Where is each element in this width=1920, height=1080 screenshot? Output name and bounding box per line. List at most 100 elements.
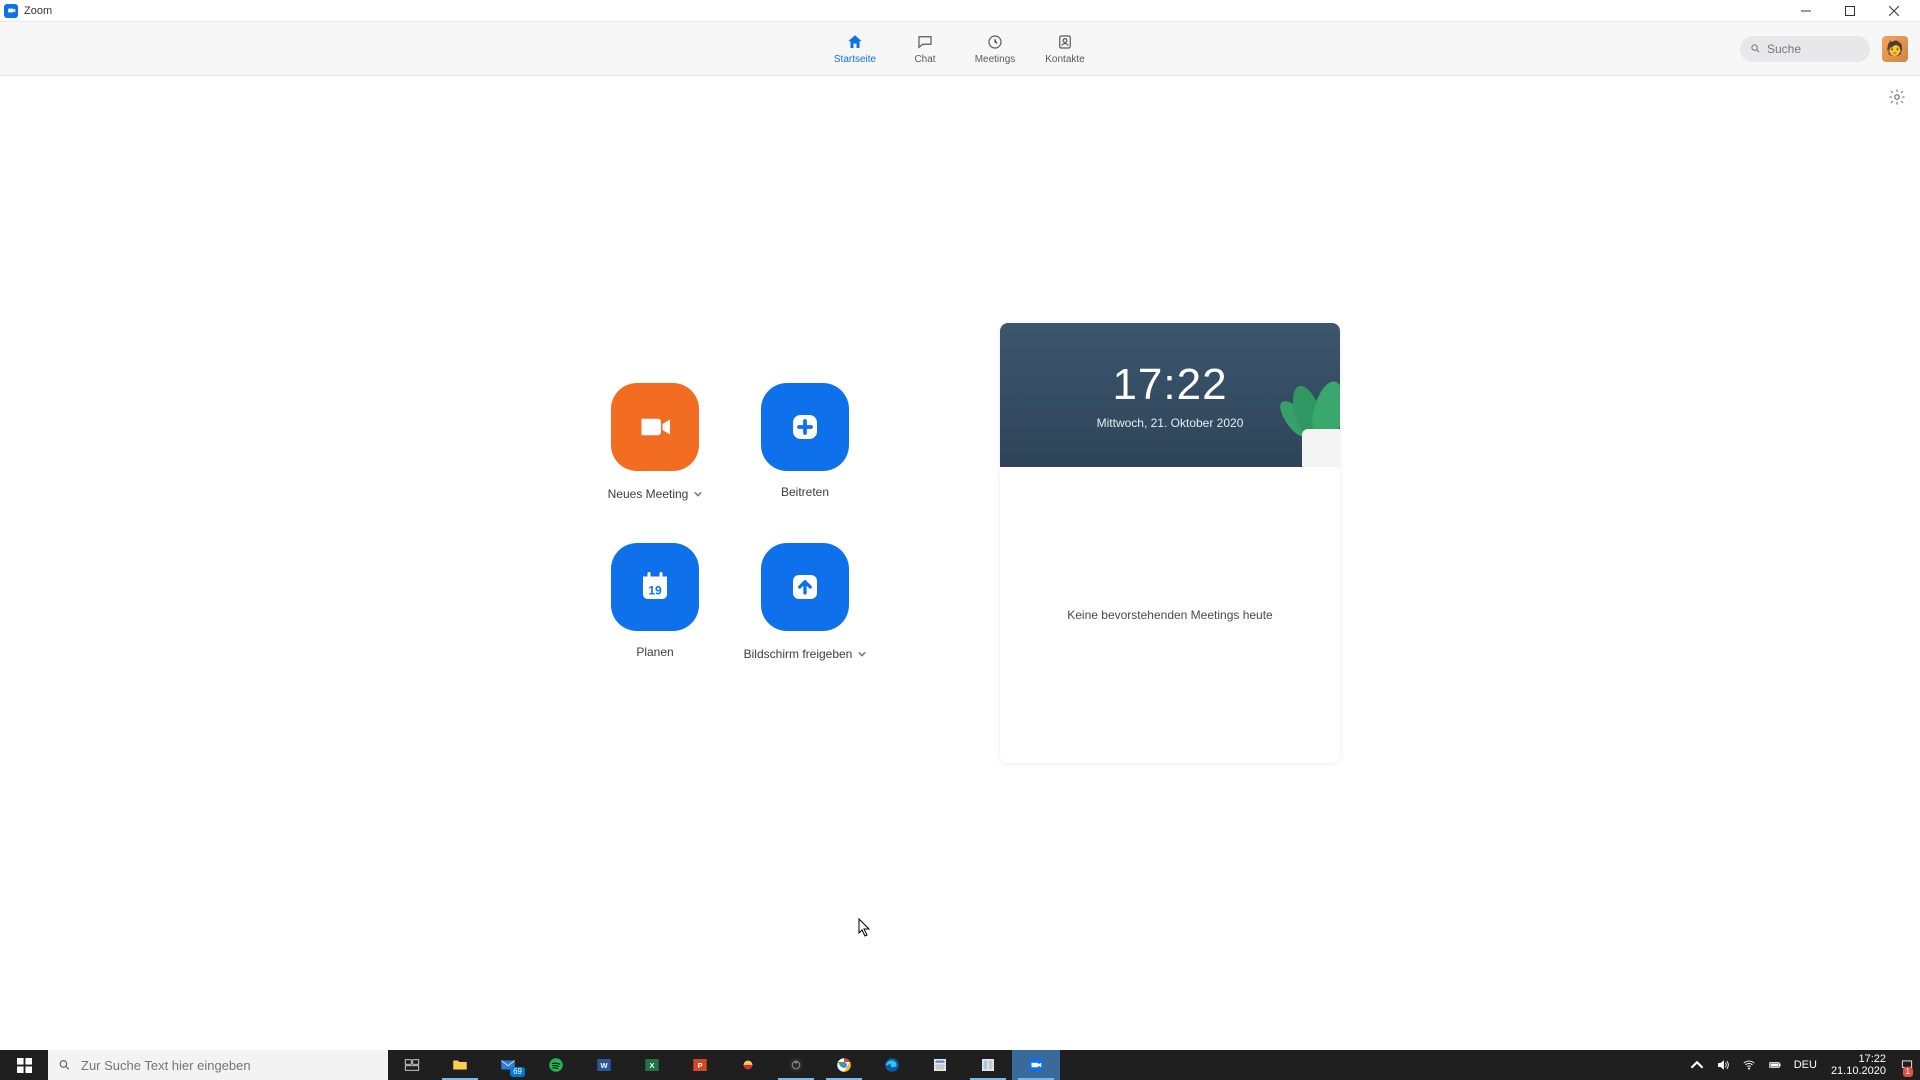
chevron-down-icon: [858, 650, 866, 658]
nav-tab-meetings[interactable]: Meetings: [965, 22, 1025, 75]
folder-icon: [451, 1056, 469, 1074]
wifi-icon: [1742, 1058, 1756, 1072]
mail-badge: 69: [510, 1067, 525, 1077]
navbar: Startseite Chat Meetings Kontakte 🧑: [0, 22, 1920, 76]
titlebar: Zoom: [0, 0, 1920, 22]
taskbar-app-1[interactable]: [916, 1050, 964, 1080]
avatar[interactable]: 🧑: [1882, 36, 1908, 62]
main-area: Neues Meeting Beitreten: [0, 76, 1920, 1050]
taskbar-search[interactable]: [48, 1050, 388, 1080]
tray-clock-time: 17:22: [1858, 1053, 1886, 1065]
chevron-down-icon: [694, 490, 702, 498]
calendar-date: Mittwoch, 21. Oktober 2020: [1097, 416, 1244, 430]
task-view-button[interactable]: [388, 1050, 436, 1080]
svg-text:W: W: [600, 1061, 608, 1070]
new-meeting-button[interactable]: [611, 383, 699, 471]
calendar-panel: 17:22 Mittwoch, 21. Oktober 2020 Keine b…: [1000, 323, 1340, 763]
window-maximize-button[interactable]: [1828, 0, 1872, 22]
notification-badge: 1: [1903, 1067, 1913, 1077]
start-button[interactable]: [0, 1050, 48, 1080]
tray-clock[interactable]: 17:22 21.10.2020: [1823, 1050, 1894, 1080]
share-screen-cell: Bildschirm freigeben: [730, 543, 880, 703]
tray-battery[interactable]: [1762, 1050, 1788, 1080]
video-icon: [637, 409, 673, 445]
taskbar-app-circle[interactable]: [724, 1050, 772, 1080]
nav-tab-chat[interactable]: Chat: [895, 22, 955, 75]
window-close-button[interactable]: [1872, 0, 1916, 22]
search-box[interactable]: [1740, 36, 1870, 62]
plus-icon: [787, 409, 823, 445]
taskbar-explorer[interactable]: [436, 1050, 484, 1080]
obs-icon: [787, 1056, 805, 1074]
join-label: Beitreten: [781, 485, 829, 499]
taskbar-spotify[interactable]: [532, 1050, 580, 1080]
task-view-icon: [403, 1056, 421, 1074]
new-meeting-cell: Neues Meeting: [580, 383, 730, 543]
taskbar-app-2[interactable]: [964, 1050, 1012, 1080]
taskbar-word[interactable]: W: [580, 1050, 628, 1080]
excel-icon: X: [643, 1056, 661, 1074]
nav-tab-label: Kontakte: [1045, 54, 1084, 65]
taskbar-mail[interactable]: 69: [484, 1050, 532, 1080]
app-icon: [979, 1056, 997, 1074]
tray-notifications[interactable]: 1: [1894, 1050, 1920, 1080]
calendar-empty-text: Keine bevorstehenden Meetings heute: [1067, 608, 1272, 622]
clock-icon: [986, 33, 1004, 51]
schedule-button[interactable]: 19: [611, 543, 699, 631]
chat-icon: [916, 33, 934, 51]
plant-decoration: [1270, 369, 1340, 467]
taskbar-chrome[interactable]: [820, 1050, 868, 1080]
app-icon: [931, 1056, 949, 1074]
schedule-label: Planen: [636, 645, 673, 659]
powerpoint-icon: P: [691, 1056, 709, 1074]
svg-text:X: X: [649, 1061, 654, 1070]
tray-volume[interactable]: [1710, 1050, 1736, 1080]
zoom-app-icon: [4, 4, 18, 18]
window-minimize-button[interactable]: [1784, 0, 1828, 22]
windows-icon: [17, 1058, 32, 1073]
calendar-time: 17:22: [1112, 360, 1227, 410]
volume-icon: [1716, 1058, 1730, 1072]
home-icon: [846, 33, 864, 51]
svg-text:P: P: [697, 1061, 702, 1070]
action-grid: Neues Meeting Beitreten: [580, 383, 880, 703]
nav-tab-label: Startseite: [834, 54, 876, 65]
tray-show-hidden[interactable]: [1684, 1050, 1710, 1080]
taskbar: 69 W X P: [0, 1050, 1920, 1080]
nav-tab-label: Chat: [914, 54, 935, 65]
chevron-up-icon: [1690, 1058, 1704, 1072]
schedule-cell: 19 Planen: [580, 543, 730, 703]
word-icon: W: [595, 1056, 613, 1074]
search-icon: [1750, 42, 1761, 55]
battery-icon: [1768, 1058, 1782, 1072]
join-button[interactable]: [761, 383, 849, 471]
nav-tab-home[interactable]: Startseite: [825, 22, 885, 75]
spotify-icon: [547, 1056, 565, 1074]
new-meeting-label: Neues Meeting: [608, 487, 689, 501]
window-title: Zoom: [24, 5, 52, 17]
tray-clock-date: 21.10.2020: [1831, 1065, 1886, 1077]
search-input[interactable]: [1767, 42, 1860, 56]
circle-app-icon: [739, 1056, 757, 1074]
chrome-icon: [835, 1056, 853, 1074]
new-meeting-dropdown[interactable]: [694, 485, 702, 503]
search-icon: [58, 1058, 71, 1072]
share-screen-dropdown[interactable]: [858, 645, 866, 663]
nav-tab-contacts[interactable]: Kontakte: [1035, 22, 1095, 75]
taskbar-excel[interactable]: X: [628, 1050, 676, 1080]
taskbar-edge[interactable]: [868, 1050, 916, 1080]
tray-wifi[interactable]: [1736, 1050, 1762, 1080]
taskbar-obs[interactable]: [772, 1050, 820, 1080]
calendar-header: 17:22 Mittwoch, 21. Oktober 2020: [1000, 323, 1340, 467]
nav-tab-label: Meetings: [975, 54, 1016, 65]
share-arrow-icon: [787, 569, 823, 605]
tray-keyboard-layout[interactable]: DEU: [1788, 1050, 1823, 1080]
edge-icon: [883, 1056, 901, 1074]
join-cell: Beitreten: [730, 383, 880, 543]
taskbar-powerpoint[interactable]: P: [676, 1050, 724, 1080]
zoom-icon: [1027, 1056, 1045, 1074]
share-screen-button[interactable]: [761, 543, 849, 631]
taskbar-zoom[interactable]: [1012, 1050, 1060, 1080]
svg-text:19: 19: [648, 584, 662, 598]
taskbar-search-input[interactable]: [81, 1058, 378, 1073]
